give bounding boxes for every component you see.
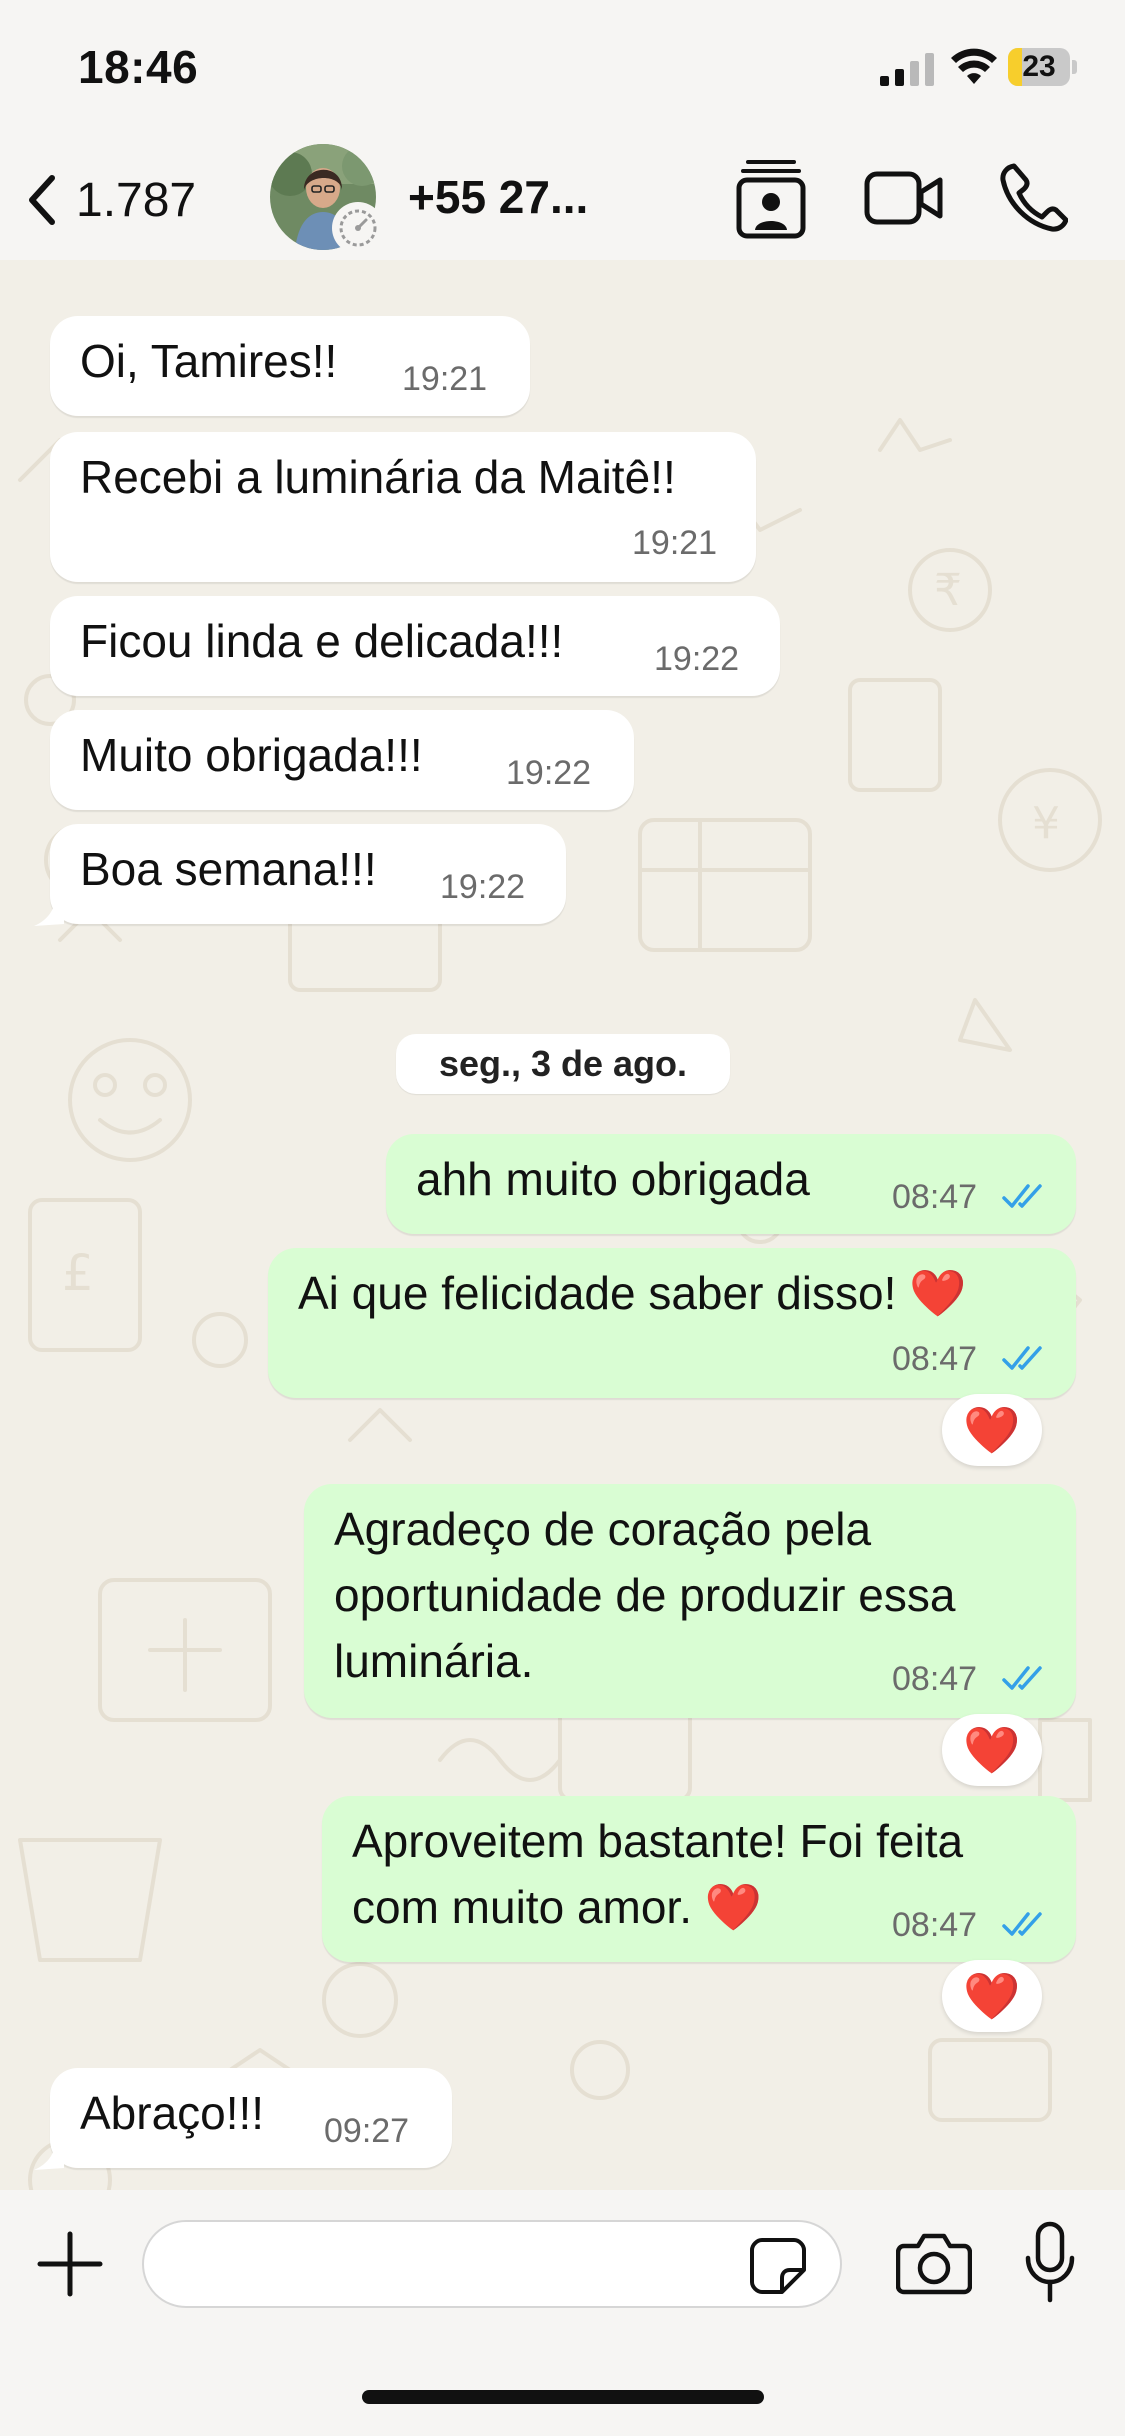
message-text: ahh muito obrigada <box>416 1153 810 1205</box>
message-bubble-incoming[interactable]: Abraço!!! 09:27 <box>50 2068 452 2168</box>
phone-icon[interactable] <box>1000 162 1068 232</box>
read-receipt-icon <box>1002 1912 1042 1936</box>
message-time: 19:21 <box>402 360 488 398</box>
reaction-heart[interactable]: ❤️ <box>942 1714 1042 1786</box>
read-receipt-icon <box>1002 1346 1042 1370</box>
svg-text:£: £ <box>62 1244 94 1302</box>
message-bubble-incoming[interactable]: Boa semana!!! 19:22 <box>50 824 566 924</box>
message-text: Agradeço de coração pela oportunidade de… <box>334 1503 956 1687</box>
message-bubble-incoming[interactable]: Oi, Tamires!! 19:21 <box>50 316 530 416</box>
contact-card-icon[interactable] <box>736 158 806 240</box>
plus-icon[interactable] <box>34 2228 106 2300</box>
read-receipt-icon <box>1002 1666 1042 1690</box>
signal-icon <box>880 53 934 86</box>
message-input[interactable] <box>142 2220 842 2308</box>
svg-text:₹: ₹ <box>934 565 962 616</box>
message-bubble-outgoing[interactable]: Agradeço de coração pela oportunidade de… <box>304 1484 1076 1718</box>
message-bubble-incoming[interactable]: Muito obrigada!!! 19:22 <box>50 710 634 810</box>
message-text: Recebi a luminária da Maitê!! <box>80 451 676 503</box>
timer-badge <box>332 202 384 254</box>
message-text: Oi, Tamires!! <box>80 335 338 387</box>
message-bubble-outgoing[interactable]: Aproveitem bastante! Foi feita com muito… <box>322 1796 1076 1962</box>
message-time: 08:47 <box>892 1906 978 1944</box>
chevron-left-icon <box>29 175 55 225</box>
chat-header: 1.787 +55 27... <box>0 140 1125 260</box>
message-time: 19:22 <box>506 754 592 792</box>
bubble-tail <box>34 898 64 926</box>
read-receipt-icon <box>1002 1184 1042 1208</box>
back-button[interactable]: 1.787 <box>22 160 222 240</box>
sticker-icon[interactable] <box>748 2236 808 2296</box>
chat-area[interactable]: ₹ ¥ £ Oi, Tamires!! 19:21 Recebi a lumin… <box>0 260 1125 2190</box>
message-time: 08:47 <box>892 1340 978 1378</box>
wifi-icon <box>951 48 997 84</box>
video-call-icon[interactable] <box>864 170 944 226</box>
message-bubble-outgoing[interactable]: ahh muito obrigada 08:47 <box>386 1134 1076 1234</box>
message-time: 09:27 <box>324 2112 410 2150</box>
status-bar: 18:46 23 <box>0 0 1125 140</box>
reaction-heart[interactable]: ❤️ <box>942 1960 1042 2032</box>
message-time: 19:22 <box>440 868 526 906</box>
input-bar <box>0 2190 1125 2436</box>
message-time: 19:21 <box>632 524 718 562</box>
battery-icon: 23 <box>1008 48 1078 86</box>
bubble-tail <box>34 2142 64 2170</box>
message-bubble-outgoing[interactable]: Ai que felicidade saber disso! ❤️ 08:47 <box>268 1248 1076 1398</box>
message-text: Ficou linda e delicada!!! <box>80 615 564 667</box>
status-time: 18:46 <box>78 41 199 93</box>
message-text: Abraço!!! <box>80 2087 265 2139</box>
message-text: Boa semana!!! <box>80 843 377 895</box>
svg-text:¥: ¥ <box>1032 798 1060 849</box>
message-text: Aproveitem bastante! Foi feita com muito… <box>352 1815 964 1933</box>
message-bubble-incoming[interactable]: Recebi a luminária da Maitê!! 19:21 <box>50 432 756 582</box>
message-time: 19:22 <box>654 640 740 678</box>
date-separator: seg., 3 de ago. <box>396 1034 730 1094</box>
message-text: Ai que felicidade saber disso! ❤️ <box>298 1267 967 1319</box>
reaction-heart[interactable]: ❤️ <box>942 1394 1042 1466</box>
battery-level: 23 <box>1022 50 1056 83</box>
camera-icon[interactable] <box>896 2230 972 2296</box>
home-indicator <box>362 2390 764 2404</box>
message-time: 08:47 <box>892 1178 978 1216</box>
message-time: 08:47 <box>892 1660 978 1698</box>
message-text: Muito obrigada!!! <box>80 729 423 781</box>
microphone-icon[interactable] <box>1022 2220 1078 2306</box>
contact-name[interactable]: +55 27... <box>408 170 588 224</box>
unread-count: 1.787 <box>76 173 197 227</box>
message-bubble-incoming[interactable]: Ficou linda e delicada!!! 19:22 <box>50 596 780 696</box>
timer-icon <box>339 209 377 247</box>
